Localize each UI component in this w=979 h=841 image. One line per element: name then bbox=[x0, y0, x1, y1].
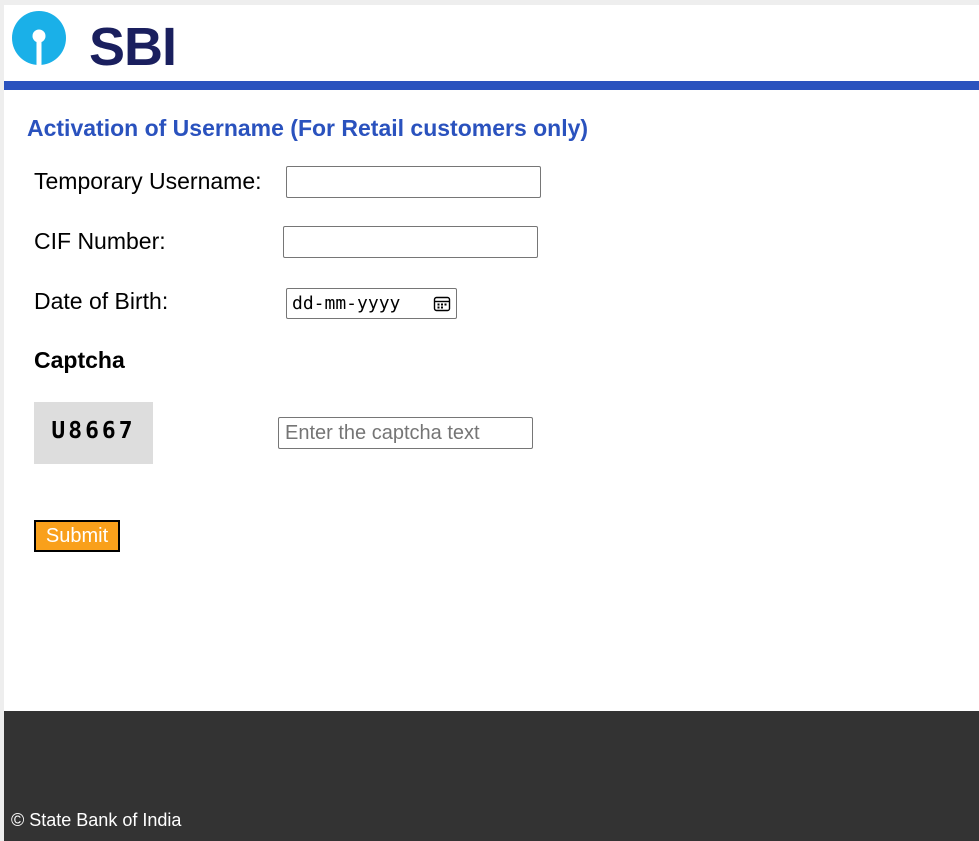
cif-number-label: CIF Number: bbox=[34, 228, 166, 254]
captcha-input[interactable] bbox=[278, 417, 533, 449]
temporary-username-input[interactable] bbox=[286, 166, 541, 198]
sbi-logo[interactable]: SBI bbox=[12, 11, 177, 77]
copyright-text: © State Bank of India bbox=[11, 810, 182, 830]
submit-button[interactable]: Submit bbox=[34, 520, 120, 552]
captcha-image: U8667 bbox=[34, 402, 153, 464]
page-container: SBI Activation of Username (For Retail c… bbox=[4, 5, 979, 841]
date-of-birth-label: Date of Birth: bbox=[34, 288, 169, 314]
cif-number-input[interactable] bbox=[283, 226, 538, 258]
footer: © State Bank of India bbox=[4, 711, 979, 841]
captcha-heading: Captcha bbox=[34, 347, 125, 373]
brand-name: SBI bbox=[89, 17, 177, 77]
sbi-keyhole-logo-icon bbox=[12, 11, 66, 65]
header-divider-bar bbox=[4, 81, 979, 90]
date-of-birth-input[interactable]: dd-mm-yyyy bbox=[286, 288, 457, 319]
temporary-username-label: Temporary Username: bbox=[34, 168, 262, 194]
header: SBI bbox=[4, 5, 979, 81]
page-title: Activation of Username (For Retail custo… bbox=[27, 115, 589, 141]
captcha-code: U8667 bbox=[51, 418, 136, 444]
calendar-icon[interactable] bbox=[433, 295, 451, 313]
date-of-birth-placeholder: dd-mm-yyyy bbox=[292, 293, 401, 314]
